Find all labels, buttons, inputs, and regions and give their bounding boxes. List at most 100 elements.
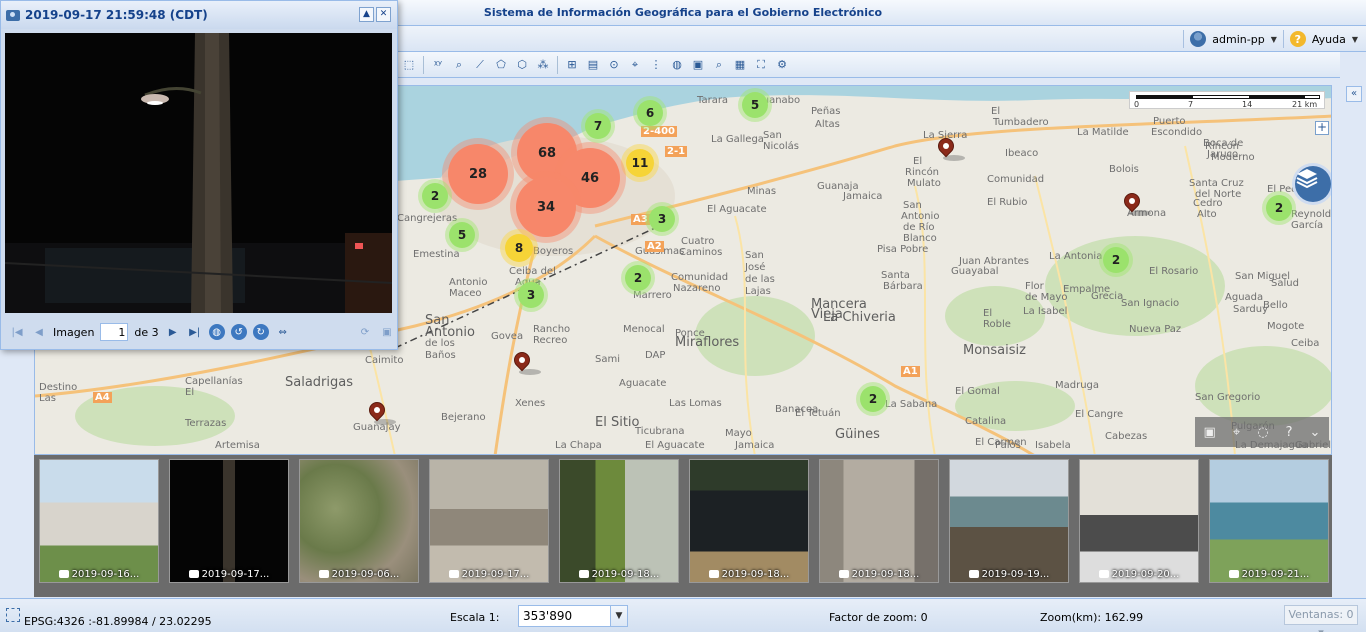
user-icon[interactable] [1190,31,1207,47]
extent-icon[interactable]: ⛶ [752,56,770,74]
photo-thumbnail[interactable]: 2019-09-06... [299,459,419,583]
cluster-marker[interactable]: 3 [649,206,675,232]
save-icon[interactable]: ▣ [379,324,395,340]
page-input[interactable] [100,323,129,341]
place-label: Nueva Paz [1129,324,1182,335]
photo-thumbnail[interactable]: 2019-09-21... [1209,459,1329,583]
cluster-marker[interactable]: 2 [860,386,886,412]
place-label: Mogote [1267,321,1305,332]
place-marker-icon[interactable]: ⌖ [626,56,644,74]
cluster-marker[interactable]: 2 [1103,247,1129,273]
place-label: Ceiba [1291,338,1320,349]
chevron-down-icon[interactable]: ▼ [1352,35,1358,44]
help-icon[interactable]: ? [1289,31,1306,47]
layers-button[interactable] [1295,166,1331,202]
help-icon[interactable]: ? [1286,425,1293,440]
place-label: Destino [39,382,78,393]
place-label: Guayabal [951,266,999,277]
query-icon[interactable]: ⌕ [450,56,468,74]
photo-thumbnail[interactable]: 2019-09-17... [169,459,289,583]
scale-select[interactable]: 353'890 ▼ [518,605,628,627]
photo-thumbnail[interactable]: 2019-09-16... [39,459,159,583]
place-label: Las [39,393,56,404]
place-label: Santa [881,270,910,281]
marker-icon[interactable]: ⌖ [1233,425,1240,440]
select-features-icon[interactable]: ⬡ [513,56,531,74]
fit-icon[interactable]: ⇔ [275,324,291,340]
place-label: Antonio [449,277,488,288]
cluster-marker[interactable]: 28 [448,144,508,204]
cluster-marker[interactable]: 34 [516,177,576,237]
place-label: Moderno [1211,152,1255,163]
chevron-down-icon[interactable]: ⌄ [1310,425,1321,440]
photo-pin[interactable] [510,348,541,376]
photo-thumbnail[interactable]: 2019-09-20... [1079,459,1199,583]
place-label: Rincón [1205,141,1240,152]
thumbnail-date: 2019-09-06... [331,569,400,580]
refresh-icon[interactable]: ⟳ [357,324,373,340]
add-layer-icon[interactable]: ⊞ [563,56,581,74]
measure-area-icon[interactable]: ⬠ [492,56,510,74]
photo-pin[interactable] [365,398,396,426]
cluster-marker[interactable]: 8 [505,234,533,262]
next-page-button[interactable]: ▶ [165,324,181,340]
cluster-marker[interactable]: 2 [1266,195,1292,221]
globe-icon[interactable]: ◍ [208,324,225,340]
print-icon[interactable]: ▦ [731,56,749,74]
thumbnail-caption: 2019-09-19... [950,569,1068,580]
first-page-button[interactable]: |◀ [9,324,25,340]
photo-pin[interactable] [1120,189,1151,217]
place-label: Jamaica [843,191,883,202]
collapse-button[interactable]: ▲ [359,7,374,22]
cluster-marker[interactable]: 7 [585,113,611,139]
xy-locate-icon[interactable]: ᵡʸ [429,56,447,74]
network-icon[interactable]: ⁂ [534,56,552,74]
wms-icon[interactable]: ▤ [584,56,602,74]
cluster-marker[interactable]: 5 [449,222,475,248]
cluster-marker[interactable]: 2 [625,265,651,291]
photo-thumbnail[interactable]: 2019-09-18... [819,459,939,583]
photo-thumbnail[interactable]: 2019-09-19... [949,459,1069,583]
place-label: Sarduy [1233,304,1269,315]
thumbnail-caption: 2019-09-16... [40,569,158,580]
rotate-left-icon[interactable]: ↺ [230,324,247,340]
image-icon[interactable]: ▣ [1204,425,1216,440]
cluster-marker[interactable]: 3 [518,282,544,308]
globe-icon[interactable]: ◍ [668,56,686,74]
photo-thumbnail[interactable]: 2019-09-18... [689,459,809,583]
place-label: Comunidad [671,272,729,283]
route-icon[interactable]: ⊙ [605,56,623,74]
user-name[interactable]: admin-pp [1212,33,1264,46]
hide-icon[interactable]: ◌ [1257,425,1268,440]
cluster-marker[interactable]: 11 [626,149,654,177]
zoom-in-button[interactable]: + [1315,121,1329,135]
image-icon[interactable]: ▣ [689,56,707,74]
rotate-right-icon[interactable]: ↻ [252,324,269,340]
help-button[interactable]: Ayuda [1312,33,1346,46]
collapse-panel-button[interactable]: « [1346,86,1362,102]
photo-pin[interactable] [934,134,965,162]
prev-page-button[interactable]: ◀ [31,324,47,340]
road-shield: 2-1 [665,146,688,157]
place-label: San [903,200,922,211]
chevron-down-icon[interactable]: ▼ [1271,35,1277,44]
tree-icon[interactable]: ⋮ [647,56,665,74]
place-label: Vieja [811,307,843,322]
last-page-button[interactable]: ▶| [187,324,203,340]
popup-header[interactable]: 2019-09-17 21:59:48 (CDT) [1,1,397,29]
photo-thumbnail[interactable]: 2019-09-17... [429,459,549,583]
windows-button[interactable]: Ventanas: 0 ▾ [1284,605,1358,632]
close-button[interactable]: ✕ [376,7,391,22]
measure-line-icon[interactable]: ⟋ [471,56,489,74]
place-label: Ticubrana [635,426,685,437]
cluster-marker[interactable]: 5 [742,92,768,118]
cluster-marker[interactable]: 6 [637,100,663,126]
photo-thumbnail[interactable]: 2019-09-18... [559,459,679,583]
chevron-down-icon[interactable]: ▼ [610,606,627,626]
settings-icon[interactable]: ⚙ [773,56,791,74]
place-label: Aguacate [619,378,667,389]
search-map-icon[interactable]: ⌕ [710,56,728,74]
zoom-area-icon[interactable]: ⬚ [400,56,418,74]
place-label: San [763,130,782,141]
cluster-marker[interactable]: 2 [422,183,448,209]
